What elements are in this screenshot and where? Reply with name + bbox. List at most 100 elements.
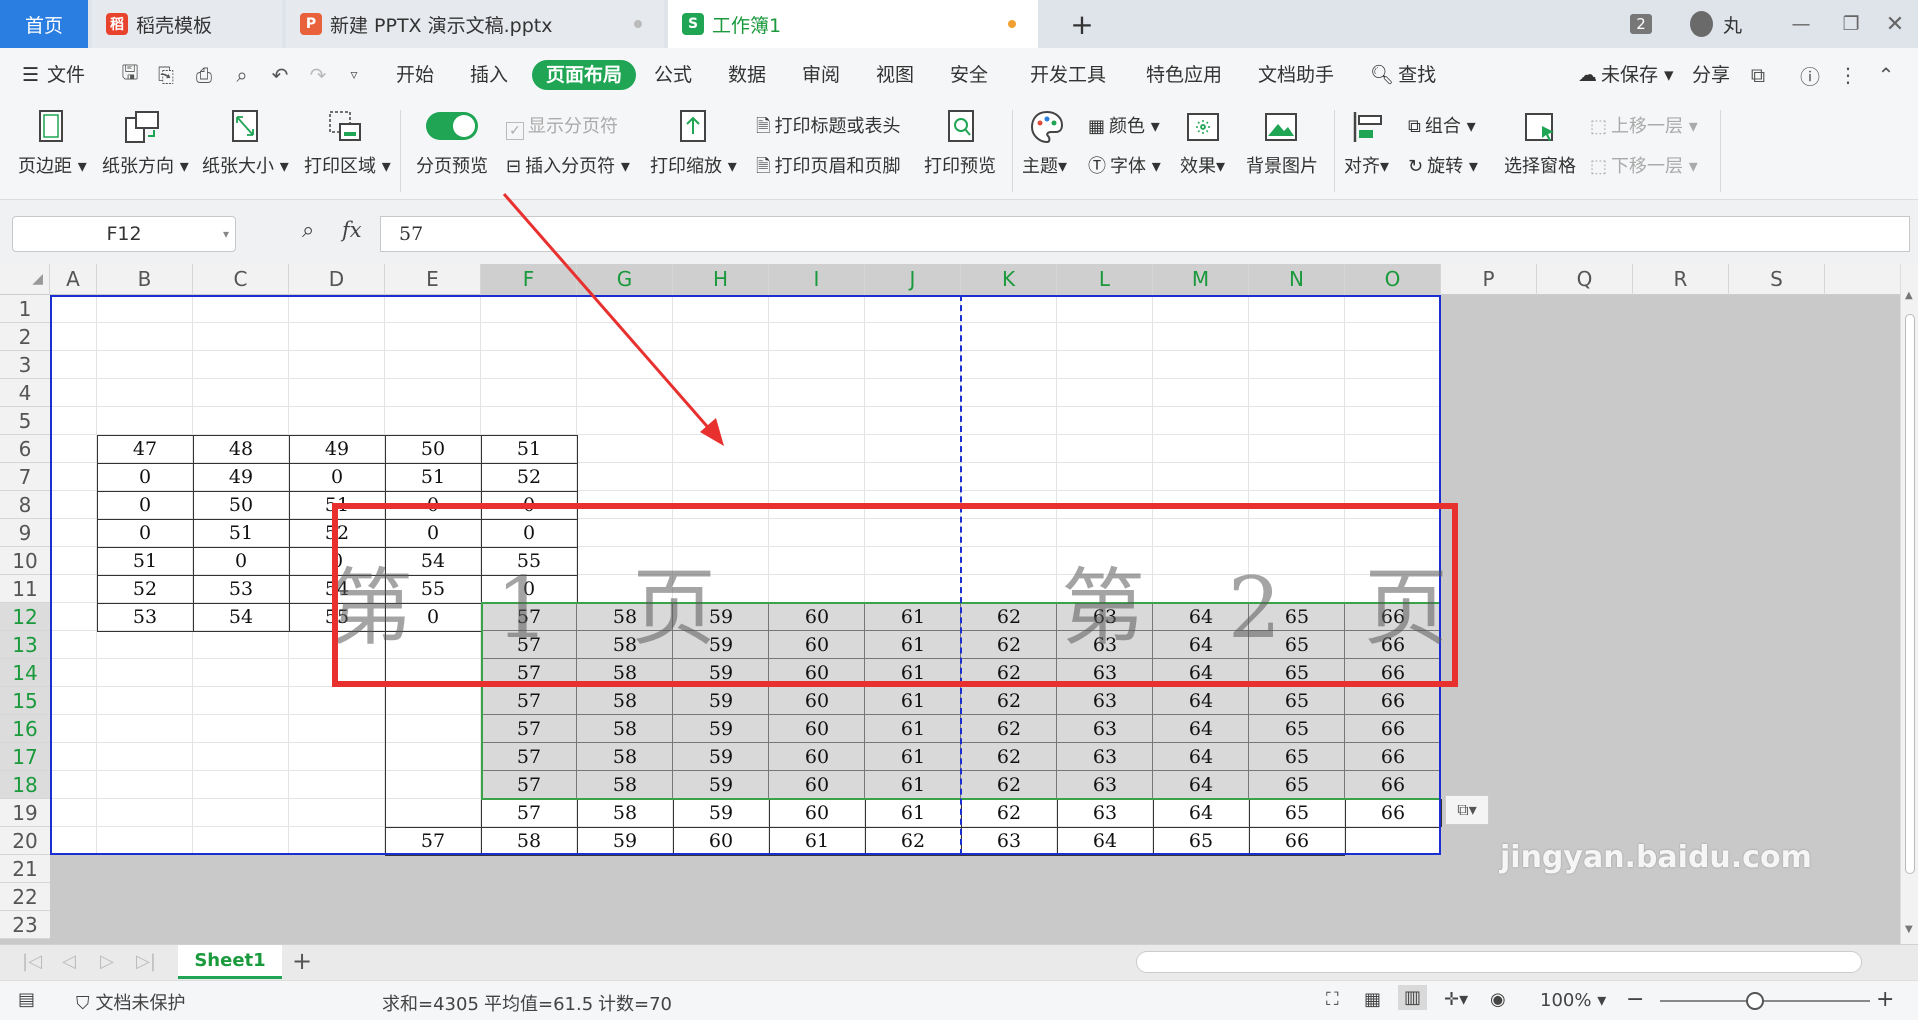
- tab-developer[interactable]: 开发工具: [1030, 60, 1106, 90]
- effect-icon[interactable]: [1184, 108, 1222, 146]
- page-break-preview-label[interactable]: 分页预览: [416, 152, 488, 178]
- normal-view-icon[interactable]: ▦: [1364, 989, 1381, 1010]
- unsaved-status[interactable]: ☁ 未保存 ▾: [1578, 60, 1674, 90]
- fx-icon[interactable]: fx: [342, 218, 362, 242]
- send-backward-button[interactable]: ⬚ 下移一层 ▾: [1590, 152, 1698, 178]
- tab-docer[interactable]: 稻稻壳模板: [92, 0, 282, 48]
- customize-icon[interactable]: ▿: [340, 61, 368, 89]
- row-header-9[interactable]: 9: [0, 519, 50, 547]
- print-icon[interactable]: ⎙: [190, 61, 218, 89]
- row-header-15[interactable]: 15: [0, 687, 50, 715]
- effect-button[interactable]: 效果▾: [1180, 152, 1225, 178]
- tab-special-apps[interactable]: 特色应用: [1146, 60, 1222, 90]
- column-header-l[interactable]: L: [1057, 264, 1153, 295]
- save-icon[interactable]: 🖫: [116, 60, 144, 89]
- tab-workbook[interactable]: S 工作簿1: [668, 0, 1038, 48]
- tab-data[interactable]: 数据: [728, 60, 766, 90]
- sheet-nav-last-icon[interactable]: ▷|: [136, 951, 156, 972]
- row-header-16[interactable]: 16: [0, 715, 50, 743]
- redo-icon[interactable]: ↷: [304, 61, 332, 89]
- background-image-button[interactable]: 背景图片: [1246, 152, 1318, 178]
- tab-insert[interactable]: 插入: [470, 60, 508, 90]
- tab-formulas[interactable]: 公式: [654, 60, 692, 90]
- color-button[interactable]: ▦ 颜色 ▾: [1088, 112, 1160, 138]
- horizontal-scrollbar[interactable]: [1136, 951, 1862, 973]
- file-menu[interactable]: ☰ 文件: [22, 60, 85, 90]
- formula-input[interactable]: 57: [380, 216, 1910, 252]
- column-header-d[interactable]: D: [289, 264, 385, 295]
- page-margin-icon[interactable]: [32, 108, 70, 146]
- group-button[interactable]: ⧉ 组合 ▾: [1408, 112, 1476, 138]
- new-tab-button[interactable]: +: [1058, 0, 1106, 48]
- close-button[interactable]: ✕: [1872, 0, 1918, 48]
- restore-button[interactable]: ❐: [1828, 0, 1874, 48]
- row-header-11[interactable]: 11: [0, 575, 50, 603]
- window-count-badge[interactable]: 2: [1618, 0, 1664, 48]
- column-header-i[interactable]: I: [769, 264, 865, 295]
- theme-palette-icon[interactable]: [1028, 108, 1066, 146]
- share-button[interactable]: 分享: [1692, 60, 1730, 90]
- column-header-c[interactable]: C: [193, 264, 289, 295]
- print-preview-big-icon[interactable]: [942, 108, 980, 146]
- tab-security[interactable]: 安全: [950, 60, 988, 90]
- column-header-h[interactable]: H: [673, 264, 769, 295]
- zoom-level[interactable]: 100% ▾: [1540, 990, 1606, 1011]
- tab-doc-assistant[interactable]: 文档助手: [1258, 60, 1334, 90]
- column-header-p[interactable]: P: [1441, 264, 1537, 295]
- name-box[interactable]: F12 ▾: [12, 216, 236, 252]
- column-header-a[interactable]: A: [50, 264, 97, 295]
- show-page-breaks-checkbox[interactable]: ✓ 显示分页符: [506, 112, 618, 140]
- zoom-slider[interactable]: [1660, 1000, 1870, 1002]
- row-header-22[interactable]: 22: [0, 883, 50, 911]
- tab-start[interactable]: 开始: [396, 60, 434, 90]
- row-header-21[interactable]: 21: [0, 855, 50, 883]
- user-account[interactable]: 丸: [1676, 0, 1756, 48]
- print-titles-button[interactable]: 🗎 打印标题或表头: [756, 112, 900, 144]
- paste-options-icon[interactable]: ⧉▾: [1445, 795, 1489, 825]
- row-header-6[interactable]: 6: [0, 435, 50, 463]
- row-header-10[interactable]: 10: [0, 547, 50, 575]
- tab-review[interactable]: 审阅: [802, 60, 840, 90]
- orientation-button[interactable]: 纸张方向 ▾: [102, 152, 189, 178]
- column-header-k[interactable]: K: [961, 264, 1057, 295]
- zoom-in-button[interactable]: +: [1876, 987, 1894, 1012]
- print-area-icon[interactable]: [326, 108, 364, 146]
- row-header-3[interactable]: 3: [0, 351, 50, 379]
- tab-pptx[interactable]: P 新建 PPTX 演示文稿.pptx: [286, 0, 664, 48]
- align-button[interactable]: 对齐▾: [1344, 152, 1389, 178]
- row-header-17[interactable]: 17: [0, 743, 50, 771]
- zoom-out-button[interactable]: −: [1626, 987, 1644, 1012]
- column-header-j[interactable]: J: [865, 264, 961, 295]
- row-header-12[interactable]: 12: [0, 603, 50, 631]
- tab-home[interactable]: 首页: [0, 0, 88, 48]
- row-header-4[interactable]: 4: [0, 379, 50, 407]
- print-preview-button[interactable]: 打印预览: [924, 152, 996, 178]
- paper-size-button[interactable]: 纸张大小 ▾: [202, 152, 289, 178]
- print-area-button[interactable]: 打印区域 ▾: [304, 152, 391, 178]
- align-icon[interactable]: [1350, 108, 1388, 146]
- orientation-icon[interactable]: [122, 108, 160, 146]
- print-preview-icon[interactable]: ⌕: [228, 61, 256, 89]
- row-header-23[interactable]: 23: [0, 911, 50, 939]
- paper-size-icon[interactable]: [226, 108, 264, 146]
- column-header-s[interactable]: S: [1729, 264, 1825, 295]
- scroll-down-arrow[interactable]: ▼: [1905, 924, 1913, 935]
- format-painter-icon[interactable]: ⎘: [152, 61, 180, 89]
- more-icon[interactable]: ⋮: [1834, 61, 1862, 89]
- tab-view[interactable]: 视图: [876, 60, 914, 90]
- font-button[interactable]: Ⓣ 字体 ▾: [1088, 152, 1161, 178]
- sheet-tab-sheet1[interactable]: Sheet1: [178, 945, 282, 979]
- minimize-button[interactable]: —: [1778, 0, 1824, 48]
- column-header-f[interactable]: F: [481, 264, 577, 295]
- print-scale-button[interactable]: 打印缩放 ▾: [650, 152, 737, 178]
- rotate-button[interactable]: ↻ 旋转 ▾: [1408, 152, 1478, 178]
- row-header-8[interactable]: 8: [0, 491, 50, 519]
- column-header-e[interactable]: E: [385, 264, 481, 295]
- column-header-r[interactable]: R: [1633, 264, 1729, 295]
- theme-button[interactable]: 主题▾: [1022, 152, 1067, 178]
- row-header-14[interactable]: 14: [0, 659, 50, 687]
- column-header-q[interactable]: Q: [1537, 264, 1633, 295]
- add-sheet-button[interactable]: +: [292, 947, 312, 975]
- insert-page-break-button[interactable]: ⊟ 插入分页符 ▾: [506, 152, 630, 178]
- collapse-ribbon-icon[interactable]: ⌃: [1872, 61, 1900, 89]
